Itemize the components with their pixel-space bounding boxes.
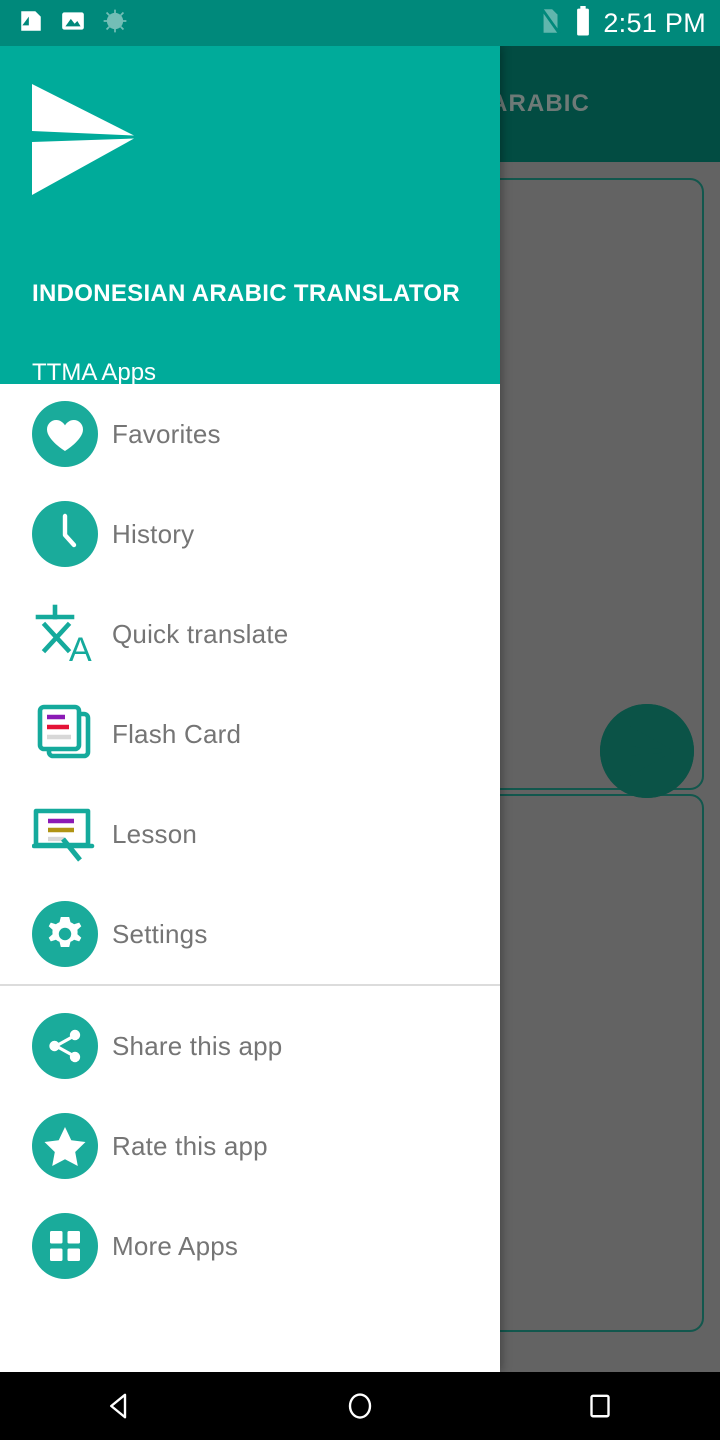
home-button[interactable]	[240, 1391, 480, 1421]
sidebar-item-label: Share this app	[112, 1030, 283, 1061]
grid-apps-icon	[32, 1213, 110, 1279]
sidebar-item-label: More Apps	[112, 1230, 239, 1261]
sidebar-item-label: Favorites	[112, 418, 221, 449]
sidebar-item-settings[interactable]: Settings	[0, 884, 500, 984]
status-right-icons: 2:51 PM	[537, 0, 706, 46]
status-clock: 2:51 PM	[603, 7, 706, 38]
drawer-primary-menu: Favorites History A Quick translate Flas…	[0, 384, 500, 984]
sidebar-item-history[interactable]: History	[0, 484, 500, 584]
sidebar-item-flash-card[interactable]: Flash Card	[0, 684, 500, 784]
drawer-secondary-menu: Share this app Rate this app More Apps	[0, 996, 500, 1296]
heart-icon	[32, 401, 110, 467]
drawer-title: INDONESIAN ARABIC TRANSLATOR	[32, 280, 460, 307]
image-icon	[60, 8, 86, 39]
drawer-header: INDONESIAN ARABIC TRANSLATOR TTMA Apps	[0, 46, 500, 386]
sidebar-item-share-app[interactable]: Share this app	[0, 996, 500, 1096]
sidebar-item-label: History	[112, 518, 195, 549]
translate-icon: A	[32, 601, 110, 667]
share-icon	[32, 1013, 110, 1079]
gear-icon	[32, 901, 110, 967]
sidebar-item-rate-app[interactable]: Rate this app	[0, 1096, 500, 1196]
recents-button[interactable]	[480, 1391, 720, 1421]
flash-card-icon	[32, 701, 110, 767]
sidebar-item-quick-translate[interactable]: A Quick translate	[0, 584, 500, 684]
sidebar-item-label: Rate this app	[112, 1130, 268, 1161]
no-sim-icon	[537, 6, 563, 41]
drawer-spacer	[0, 986, 500, 996]
phone-screen: ARABIC 2:51 PM INDONESIAN ARABIC TRANSLA…	[0, 0, 720, 1440]
sidebar-item-label: Flash Card	[112, 718, 242, 749]
screenshot-icon	[18, 8, 44, 39]
sidebar-item-lesson[interactable]: Lesson	[0, 784, 500, 884]
sidebar-item-more-apps[interactable]: More Apps	[0, 1196, 500, 1296]
lesson-board-icon	[32, 801, 110, 867]
navigation-drawer: INDONESIAN ARABIC TRANSLATOR TTMA Apps F…	[0, 46, 500, 1372]
status-left-icons	[18, 0, 128, 46]
status-bar: 2:51 PM	[0, 0, 720, 46]
sidebar-item-favorites[interactable]: Favorites	[0, 384, 500, 484]
battery-full-icon	[575, 5, 591, 41]
star-icon	[32, 1113, 110, 1179]
clock-icon	[32, 501, 110, 567]
send-plane-logo	[30, 82, 140, 202]
sidebar-item-label: Quick translate	[112, 618, 289, 649]
back-button[interactable]	[0, 1391, 240, 1421]
translate-fab[interactable]	[600, 704, 694, 798]
sync-spinner-icon	[102, 8, 128, 39]
sidebar-item-label: Lesson	[112, 818, 198, 849]
svg-text:A: A	[69, 631, 92, 667]
system-navigation-bar	[0, 1372, 720, 1440]
drawer-subtitle: TTMA Apps	[32, 359, 157, 386]
sidebar-item-label: Settings	[112, 918, 208, 949]
